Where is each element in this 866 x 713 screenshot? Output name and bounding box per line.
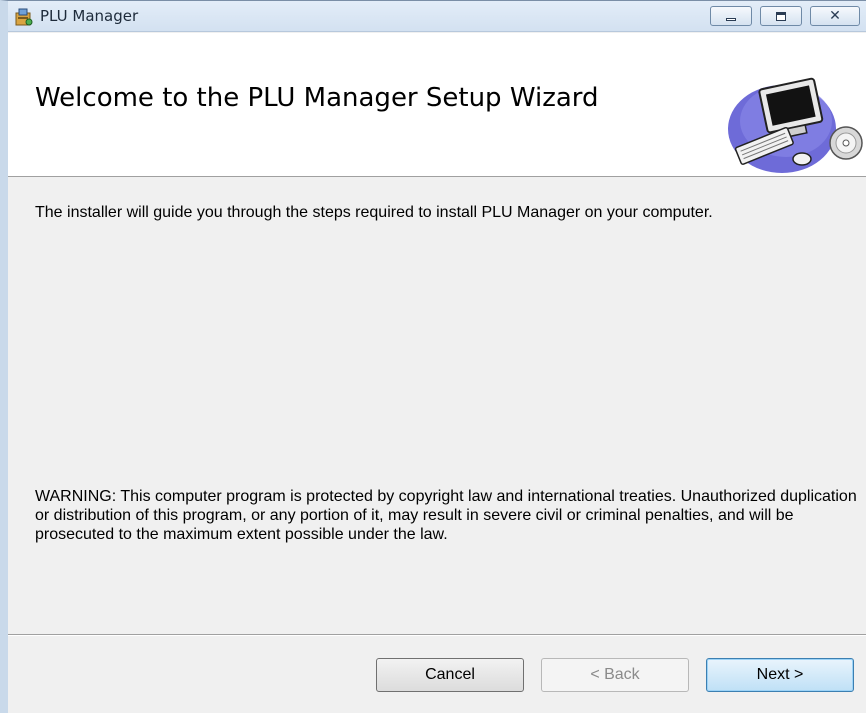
intro-text: The installer will guide you through the… — [35, 204, 713, 221]
page-title: Welcome to the PLU Manager Setup Wizard — [35, 83, 599, 113]
copyright-warning: WARNING: This computer program is protec… — [35, 488, 857, 543]
installer-window: PLU Manager ✕ Welcome to the PLU Manager… — [0, 0, 866, 713]
back-button[interactable]: < Back — [541, 658, 689, 692]
cancel-button[interactable]: Cancel — [376, 658, 524, 692]
next-button[interactable]: Next > — [706, 658, 854, 692]
close-icon: ✕ — [829, 8, 841, 24]
title-bar[interactable]: PLU Manager ✕ — [8, 1, 866, 32]
window-title: PLU Manager — [40, 7, 139, 25]
footer-divider — [8, 634, 866, 636]
computer-cd-illustration — [724, 71, 864, 175]
minimize-icon — [726, 17, 736, 21]
maximize-button[interactable] — [760, 6, 802, 26]
installer-icon — [14, 7, 34, 27]
close-button[interactable]: ✕ — [810, 6, 860, 26]
wizard-banner: Welcome to the PLU Manager Setup Wizard — [8, 33, 866, 177]
maximize-icon — [776, 11, 786, 21]
minimize-button[interactable] — [710, 6, 752, 26]
